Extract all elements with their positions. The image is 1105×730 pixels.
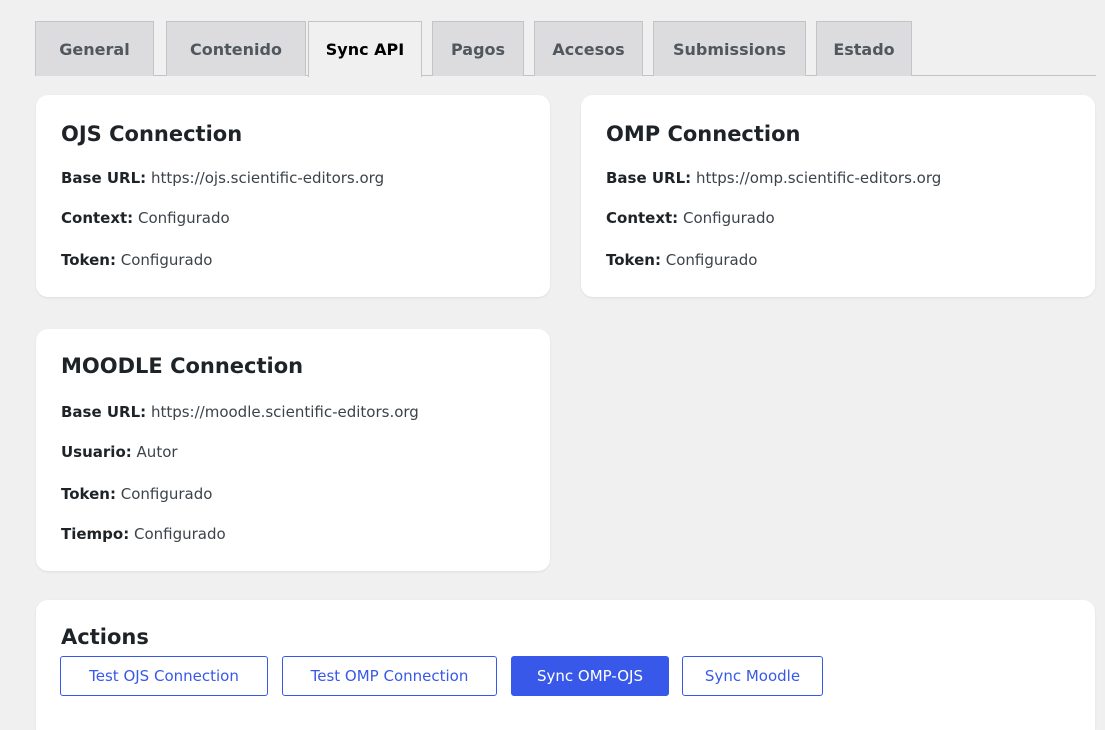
tab-estado[interactable]: Estado: [816, 21, 912, 76]
omp-context-value: Configurado: [682, 209, 775, 227]
moodle-token-label: Token:: [61, 485, 116, 503]
omp-base-url-label: Base URL:: [606, 169, 692, 187]
ojs-token-label: Token:: [61, 251, 116, 269]
moodle-connection-title: MOODLE Connection: [61, 354, 304, 378]
ojs-connection-card: OJS Connection Base URL: https://ojs.sci…: [36, 95, 550, 297]
ojs-base-url-label: Base URL:: [61, 169, 147, 187]
omp-connection-card: OMP Connection Base URL: https://omp.sci…: [581, 95, 1095, 297]
sync-moodle-button[interactable]: Sync Moodle: [682, 656, 823, 696]
ojs-base-url: Base URL: https://ojs.scientific-editors…: [61, 169, 384, 187]
moodle-user: Usuario: Autor: [61, 443, 178, 461]
omp-token-value: Configurado: [665, 251, 758, 269]
ojs-connection-title: OJS Connection: [61, 122, 243, 146]
actions-title: Actions: [61, 625, 149, 649]
omp-connection-title: OMP Connection: [606, 122, 801, 146]
ojs-base-url-value: https://ojs.scientific-editors.org: [150, 169, 385, 187]
tab-general[interactable]: General: [35, 21, 154, 76]
moodle-user-label: Usuario:: [61, 443, 132, 461]
moodle-base-url: Base URL: https://moodle.scientific-edit…: [61, 403, 419, 421]
ojs-context: Context: Configurado: [61, 209, 230, 227]
moodle-base-url-value: https://moodle.scientific-editors.org: [150, 403, 419, 421]
tab-accesos[interactable]: Accesos: [534, 21, 643, 76]
omp-base-url-value: https://omp.scientific-editors.org: [695, 169, 942, 187]
omp-context-label: Context:: [606, 209, 679, 227]
ojs-token-value: Configurado: [120, 251, 213, 269]
moodle-token-value: Configurado: [120, 485, 213, 503]
tab-pagos[interactable]: Pagos: [432, 21, 524, 76]
test-ojs-connection-button[interactable]: Test OJS Connection: [60, 656, 268, 696]
omp-token: Token: Configurado: [606, 251, 757, 269]
moodle-token: Token: Configurado: [61, 485, 212, 503]
moodle-connection-card: MOODLE Connection Base URL: https://mood…: [36, 329, 550, 571]
actions-card: Actions Test OJS Connection Test OMP Con…: [36, 600, 1095, 730]
moodle-time-label: Tiempo:: [61, 525, 130, 543]
moodle-time: Tiempo: Configurado: [61, 525, 226, 543]
tab-submissions[interactable]: Submissions: [653, 21, 806, 76]
test-omp-connection-button[interactable]: Test OMP Connection: [282, 656, 497, 696]
tab-bar: General Contenido Sync API Pagos Accesos…: [35, 21, 1096, 77]
ojs-context-value: Configurado: [137, 209, 230, 227]
moodle-time-value: Configurado: [134, 525, 226, 543]
omp-context: Context: Configurado: [606, 209, 775, 227]
omp-token-label: Token:: [606, 251, 661, 269]
moodle-base-url-label: Base URL:: [61, 403, 147, 421]
tab-sync-api[interactable]: Sync API: [308, 21, 422, 77]
ojs-token: Token: Configurado: [61, 251, 212, 269]
moodle-user-value: Autor: [136, 443, 178, 461]
tab-contenido[interactable]: Contenido: [166, 21, 306, 76]
sync-omp-ojs-button[interactable]: Sync OMP-OJS: [511, 656, 669, 696]
omp-base-url: Base URL: https://omp.scientific-editors…: [606, 169, 941, 187]
ojs-context-label: Context:: [61, 209, 134, 227]
